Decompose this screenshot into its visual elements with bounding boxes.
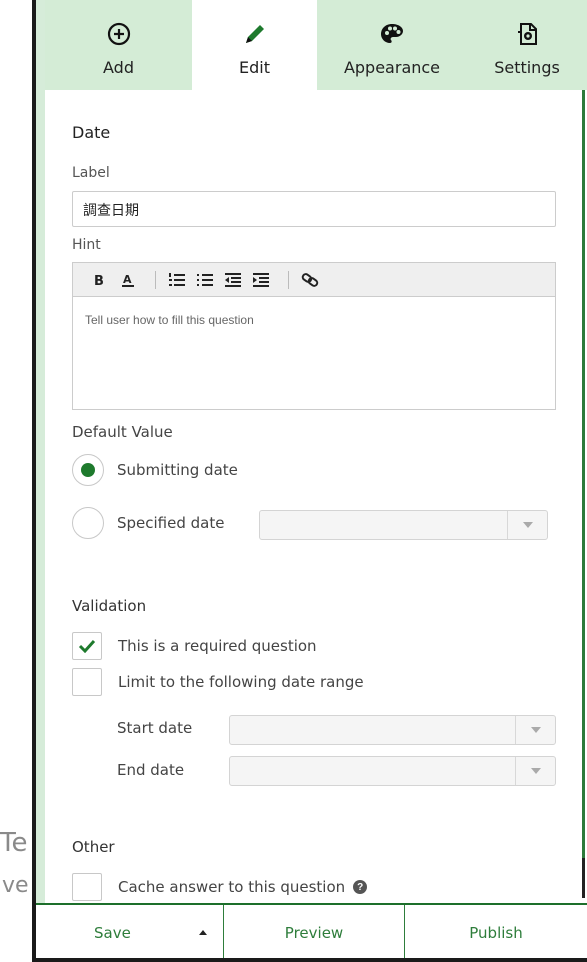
hint-text-area[interactable]: Tell user how to fill this question: [73, 297, 555, 343]
numbered-list-icon[interactable]: [166, 269, 188, 291]
background-text: Te: [0, 828, 28, 858]
svg-text:B: B: [94, 274, 104, 287]
window-bottom-edge: [32, 958, 587, 962]
option-label: Specified date: [117, 514, 225, 532]
palette-icon: [379, 22, 405, 46]
outdent-icon[interactable]: [222, 269, 244, 291]
panel-tabs: Add Edit Appearance Settings: [45, 0, 587, 90]
bullet-list-icon[interactable]: [194, 269, 216, 291]
hint-caption: Hint: [72, 237, 101, 253]
radio-button[interactable]: [72, 507, 104, 539]
pencil-icon: [243, 22, 267, 46]
radio-selected-dot: [81, 463, 95, 477]
tab-label: Edit: [239, 58, 270, 77]
publish-button[interactable]: Publish: [405, 905, 587, 960]
caret-up-icon[interactable]: [199, 930, 207, 935]
panel-right-border: [582, 90, 585, 895]
tab-label: Add: [103, 58, 134, 77]
save-label: Save: [94, 923, 131, 942]
tab-settings[interactable]: Settings: [467, 0, 587, 90]
tab-add[interactable]: Add: [45, 0, 192, 90]
required-label: This is a required question: [118, 637, 317, 655]
checkmark-icon: [78, 639, 96, 653]
settings-doc-icon: [515, 22, 539, 46]
dropdown-arrow-icon: [507, 511, 547, 539]
specified-date-select[interactable]: [259, 510, 548, 540]
tab-label: Settings: [494, 58, 560, 77]
cache-answer-label: Cache answer to this question: [118, 878, 346, 896]
start-date-label: Start date: [117, 719, 193, 737]
panel-left-accent: [36, 0, 45, 905]
help-icon[interactable]: ?: [353, 880, 368, 894]
background-text: ve: [2, 873, 29, 898]
tab-edit[interactable]: Edit: [192, 0, 317, 90]
bold-icon[interactable]: B: [89, 269, 111, 291]
option-label: Submitting date: [117, 461, 238, 479]
date-range-row[interactable]: Limit to the following date range: [72, 668, 364, 696]
link-icon[interactable]: [299, 269, 321, 291]
tab-appearance[interactable]: Appearance: [317, 0, 467, 90]
validation-title: Validation: [72, 597, 147, 615]
dropdown-arrow-icon: [515, 757, 555, 785]
indent-icon[interactable]: [250, 269, 272, 291]
other-title: Other: [72, 838, 115, 856]
end-date-label: End date: [117, 761, 185, 779]
label-caption: Label: [72, 165, 110, 181]
required-checkbox[interactable]: [72, 632, 102, 660]
toolbar-divider: [288, 270, 289, 289]
plus-circle-icon: [107, 22, 131, 46]
background-page: Te ve: [0, 0, 36, 962]
hint-editor: B A Tell user how to fill this question: [72, 262, 556, 410]
radio-submitting-date[interactable]: Submitting date: [72, 454, 238, 486]
scrollbar[interactable]: [582, 858, 585, 898]
font-color-icon[interactable]: A: [117, 269, 139, 291]
tab-label: Appearance: [343, 58, 441, 77]
question-type-title: Date: [72, 123, 111, 142]
required-question-row[interactable]: This is a required question: [72, 632, 317, 660]
radio-button[interactable]: [72, 454, 104, 486]
panel-footer: Save Preview Publish: [36, 903, 587, 960]
dropdown-arrow-icon: [515, 716, 555, 744]
cache-answer-checkbox[interactable]: [72, 873, 102, 901]
label-input[interactable]: 調查日期: [72, 191, 556, 227]
date-range-label: Limit to the following date range: [118, 673, 364, 691]
svg-text:A: A: [123, 273, 132, 286]
toolbar-divider: [155, 270, 156, 289]
radio-specified-date[interactable]: Specified date: [72, 507, 224, 539]
end-date-select[interactable]: [229, 756, 556, 786]
publish-label: Publish: [469, 923, 523, 942]
editor-toolbar: B A: [73, 263, 555, 297]
start-date-select[interactable]: [229, 715, 556, 745]
cache-answer-row[interactable]: Cache answer to this question ?: [72, 873, 368, 901]
preview-label: Preview: [284, 923, 344, 942]
save-button[interactable]: Save: [36, 905, 224, 960]
date-range-checkbox[interactable]: [72, 668, 102, 696]
default-value-caption: Default Value: [72, 423, 173, 441]
preview-button[interactable]: Preview: [224, 905, 405, 960]
